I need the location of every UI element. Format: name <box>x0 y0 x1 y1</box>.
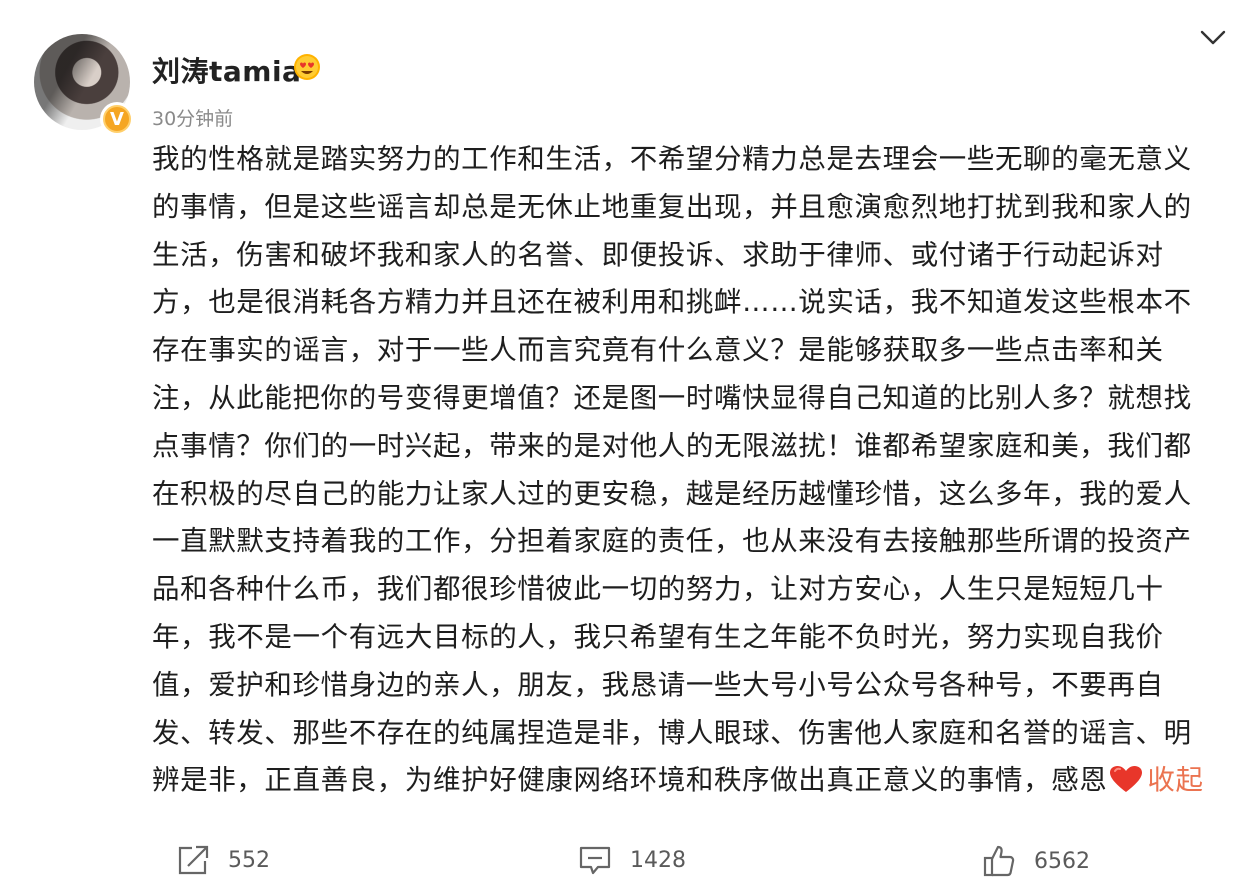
like-count: 6562 <box>1034 848 1090 874</box>
comment-icon <box>579 846 611 875</box>
post-body: 我的性格就是踏实努力的工作和生活，不希望分精力总是去理会一些无聊的毫无意义的事情… <box>152 136 1218 805</box>
post-text: 我的性格就是踏实努力的工作和生活，不希望分精力总是去理会一些无聊的毫无意义的事情… <box>152 143 1192 797</box>
like-button[interactable]: 6562 <box>982 844 1090 878</box>
comment-count: 1428 <box>630 847 686 873</box>
repost-button[interactable]: 552 <box>176 844 270 876</box>
heart-eyes-emoji-icon[interactable] <box>292 52 322 82</box>
comment-button[interactable]: 1428 <box>578 844 686 876</box>
repost-icon <box>178 845 209 875</box>
chevron-down-icon[interactable] <box>1198 26 1228 50</box>
repost-count: 552 <box>228 847 270 873</box>
verified-v-icon: V <box>100 102 134 136</box>
red-heart-emoji <box>1110 766 1143 793</box>
post-action-bar: 552 1428 6562 <box>0 836 1260 886</box>
collapse-link[interactable]: 收起 <box>1147 764 1203 796</box>
post-timestamp: 30分钟前 <box>152 108 234 130</box>
username[interactable]: 刘涛tamia <box>152 50 301 90</box>
thumbs-up-icon <box>983 845 1015 877</box>
